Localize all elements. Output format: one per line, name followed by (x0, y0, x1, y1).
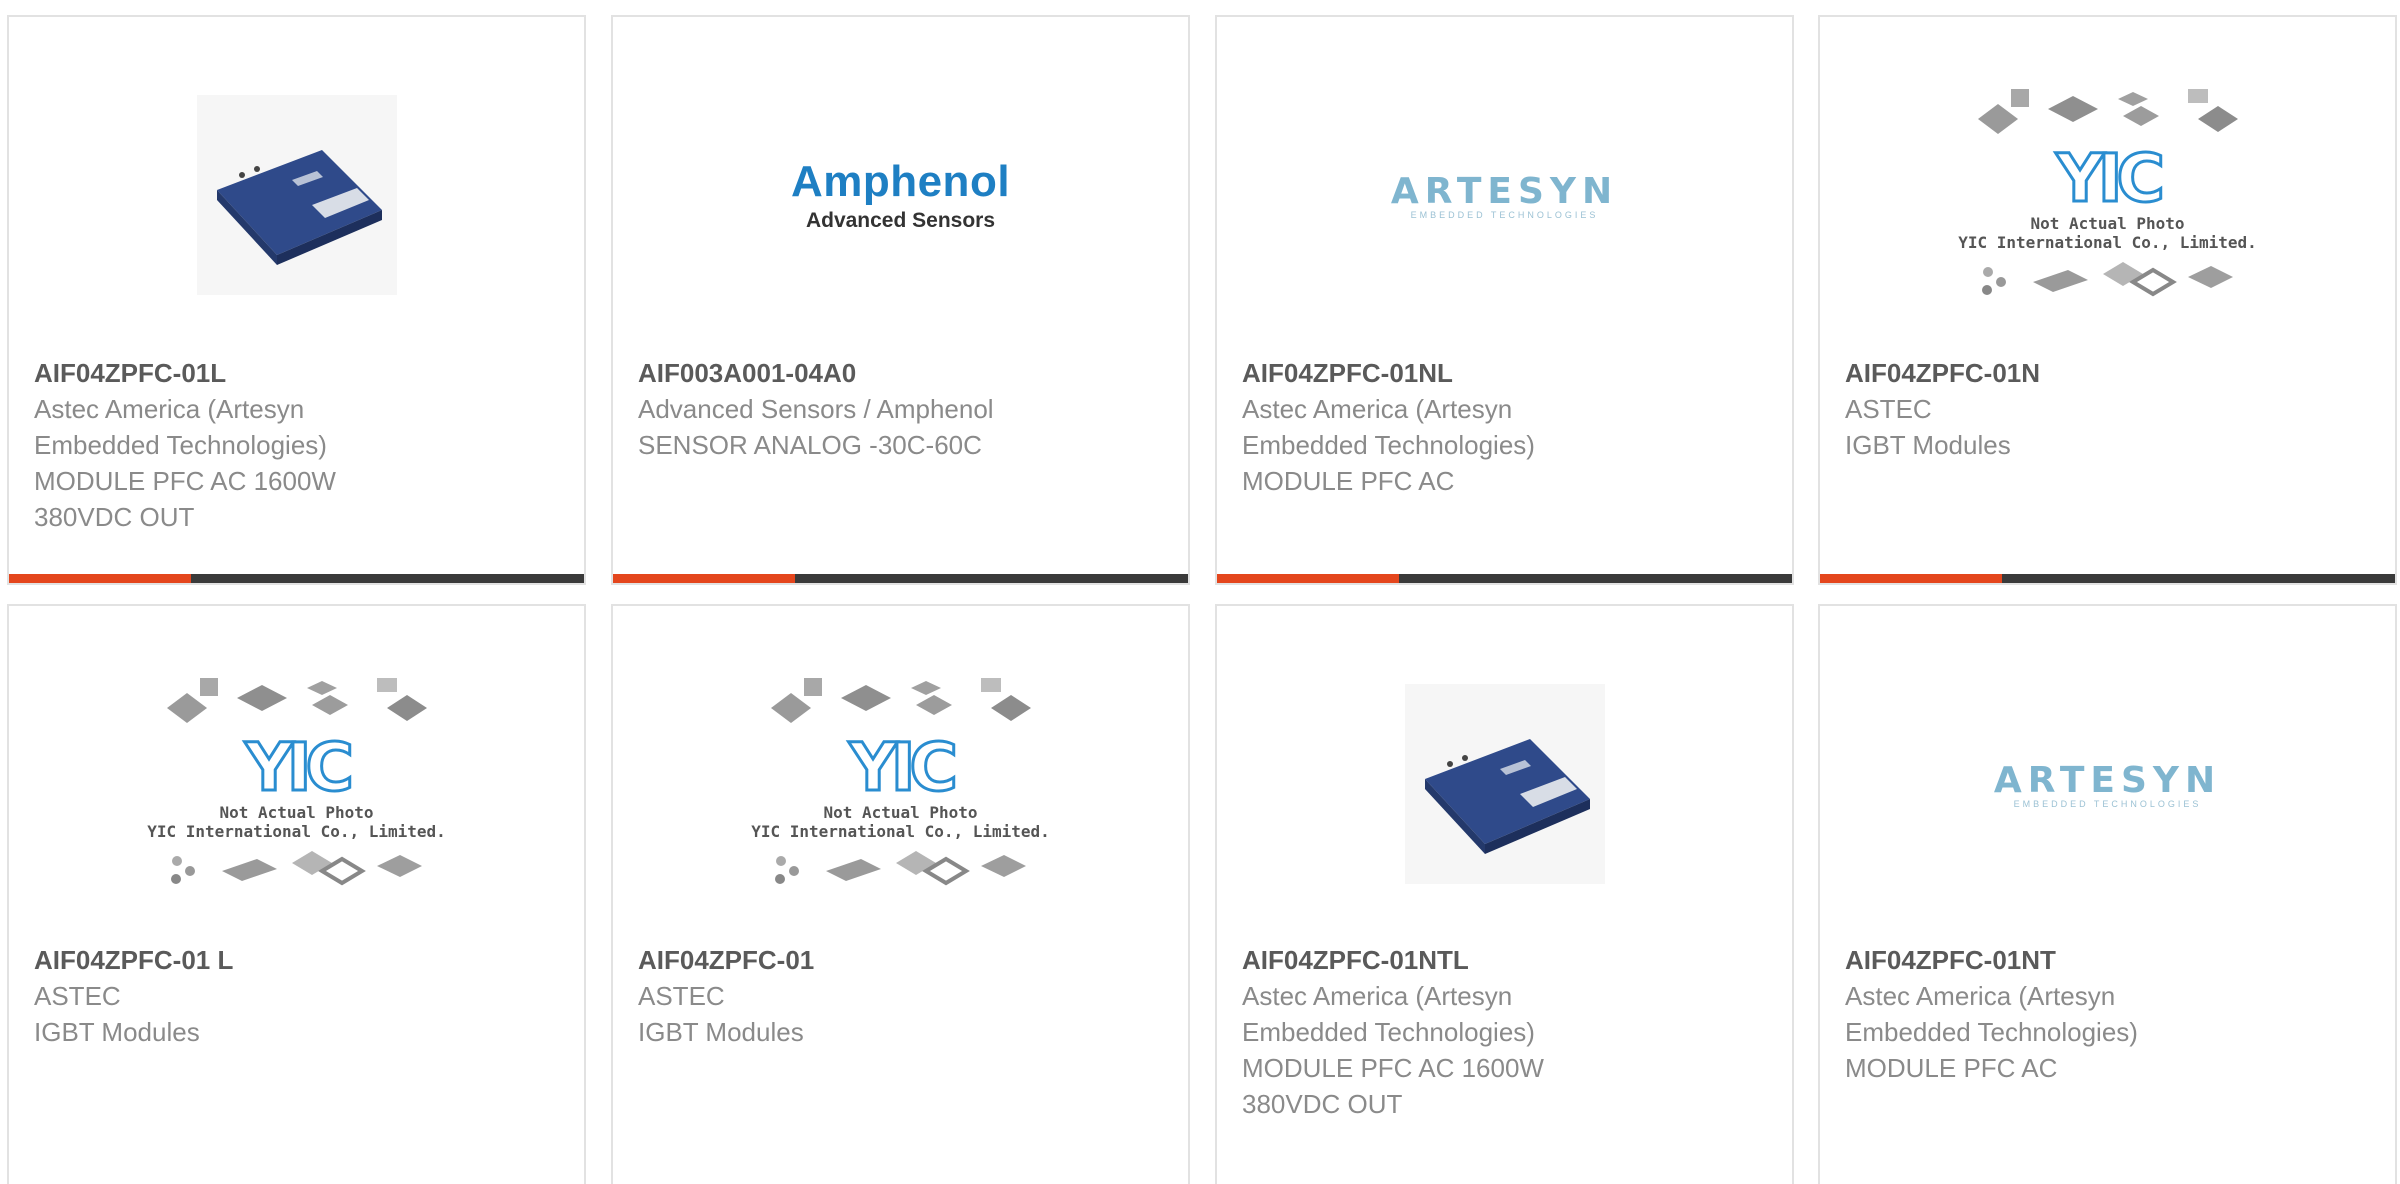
product-image[interactable] (1217, 664, 1792, 904)
chip-icons-bottom (1981, 261, 2233, 296)
yic-placeholder: YIC Not Actual Photo YIC International C… (147, 673, 446, 896)
description-line: SENSOR ANALOG -30C-60C (638, 430, 982, 460)
manufacturer-line: Astec America (Artesyn (1242, 394, 1513, 424)
logo-name: ARTESYN (1993, 759, 2222, 801)
placeholder-note: Not Actual Photo (823, 802, 978, 822)
description-line: IGBT Modules (34, 1017, 200, 1047)
description-line: MODULE PFC AC (1242, 466, 1455, 496)
accent-bar (9, 574, 191, 583)
placeholder-note: Not Actual Photo (2030, 213, 2185, 233)
logo-subtitle: Advanced Sensors (805, 209, 996, 232)
yic-mark: YIC (244, 728, 356, 806)
part-number[interactable]: AIF04ZPFC-01 (638, 942, 1168, 978)
part-number[interactable]: AIF04ZPFC-01NT (1845, 942, 2375, 978)
manufacturer-line: Embedded Technologies) (1845, 1017, 2138, 1047)
manufacturer-line: Embedded Technologies) (34, 430, 327, 460)
description-line: IGBT Modules (638, 1017, 804, 1047)
amphenol-logo: Amphenol Advanced Sensors (791, 157, 1010, 233)
chip-icons-top (770, 677, 1031, 723)
product-image[interactable]: YIC Not Actual Photo YIC International C… (613, 664, 1188, 904)
product-card[interactable]: AIF04ZPFC-01L Astec America (Artesyn Emb… (7, 15, 586, 585)
artesyn-logo: ARTESYN EMBEDDED TECHNOLOGIES (1994, 760, 2221, 809)
card-bottom-bar (613, 574, 1188, 583)
placeholder-company: YIC International Co., Limited. (147, 821, 446, 841)
product-image[interactable]: YIC Not Actual Photo YIC International C… (1820, 75, 2395, 315)
part-number[interactable]: AIF04ZPFC-01L (34, 355, 564, 391)
product-card[interactable]: ARTESYN EMBEDDED TECHNOLOGIES AIF04ZPFC-… (1215, 15, 1794, 585)
card-bottom-bar (9, 574, 584, 583)
yic-mark: YIC (2055, 139, 2167, 217)
placeholder-company: YIC International Co., Limited. (1958, 232, 2257, 252)
product-image[interactable]: YIC Not Actual Photo YIC International C… (9, 664, 584, 904)
placeholder-company: YIC International Co., Limited. (751, 821, 1050, 841)
description-line: IGBT Modules (1845, 430, 2011, 460)
product-image[interactable]: ARTESYN EMBEDDED TECHNOLOGIES (1820, 664, 2395, 904)
part-number[interactable]: AIF003A001-04A0 (638, 355, 1168, 391)
product-card[interactable]: YIC Not Actual Photo YIC International C… (7, 604, 586, 1184)
accent-bar (613, 574, 795, 583)
chip-icons-top (1977, 88, 2238, 134)
manufacturer-line: Astec America (Artesyn (1845, 981, 2116, 1011)
manufacturer-line: Embedded Technologies) (1242, 1017, 1535, 1047)
card-bottom-bar (1217, 574, 1792, 583)
description-line: 380VDC OUT (34, 502, 195, 532)
chip-icons-bottom (774, 850, 1026, 885)
manufacturer-line: ASTEC (1845, 394, 1932, 424)
product-image[interactable]: ARTESYN EMBEDDED TECHNOLOGIES (1217, 75, 1792, 315)
product-card[interactable]: Amphenol Advanced Sensors AIF003A001-04A… (611, 15, 1190, 585)
module-photo (196, 95, 397, 295)
description-line: MODULE PFC AC 1600W (34, 466, 336, 496)
product-image[interactable] (9, 75, 584, 315)
card-bottom-bar (1820, 574, 2395, 583)
part-number[interactable]: AIF04ZPFC-01N (1845, 355, 2375, 391)
artesyn-logo: ARTESYN EMBEDDED TECHNOLOGIES (1391, 171, 1618, 220)
accent-bar (1820, 574, 2002, 583)
module-photo (1404, 684, 1605, 884)
yic-mark: YIC (848, 728, 960, 806)
description-line: MODULE PFC AC (1845, 1053, 2058, 1083)
product-card[interactable]: YIC Not Actual Photo YIC International C… (1818, 15, 2397, 585)
yic-placeholder: YIC Not Actual Photo YIC International C… (1958, 84, 2257, 307)
part-number[interactable]: AIF04ZPFC-01NL (1242, 355, 1772, 391)
description-line: MODULE PFC AC 1600W (1242, 1053, 1544, 1083)
logo-name: ARTESYN (1390, 170, 1619, 212)
logo-subtitle: EMBEDDED TECHNOLOGIES (1410, 209, 1599, 220)
chip-icons-top (166, 677, 427, 723)
product-image[interactable]: Amphenol Advanced Sensors (613, 75, 1188, 315)
product-card[interactable]: AIF04ZPFC-01NTL Astec America (Artesyn E… (1215, 604, 1794, 1184)
yic-placeholder: YIC Not Actual Photo YIC International C… (751, 673, 1050, 896)
product-card[interactable]: ARTESYN EMBEDDED TECHNOLOGIES AIF04ZPFC-… (1818, 604, 2397, 1184)
manufacturer-line: ASTEC (638, 981, 725, 1011)
accent-bar (1217, 574, 1399, 583)
manufacturer-line: Embedded Technologies) (1242, 430, 1535, 460)
manufacturer-line: Advanced Sensors / Amphenol (638, 394, 994, 424)
logo-name: Amphenol (790, 157, 1011, 206)
product-card[interactable]: YIC Not Actual Photo YIC International C… (611, 604, 1190, 1184)
chip-icons-bottom (170, 850, 422, 885)
manufacturer-line: Astec America (Artesyn (1242, 981, 1513, 1011)
description-line: 380VDC OUT (1242, 1089, 1403, 1119)
part-number[interactable]: AIF04ZPFC-01NTL (1242, 942, 1772, 978)
manufacturer-line: Astec America (Artesyn (34, 394, 305, 424)
logo-subtitle: EMBEDDED TECHNOLOGIES (2013, 798, 2202, 809)
manufacturer-line: ASTEC (34, 981, 121, 1011)
product-grid: AIF04ZPFC-01L Astec America (Artesyn Emb… (0, 0, 2400, 1184)
part-number[interactable]: AIF04ZPFC-01 L (34, 942, 564, 978)
placeholder-note: Not Actual Photo (219, 802, 374, 822)
